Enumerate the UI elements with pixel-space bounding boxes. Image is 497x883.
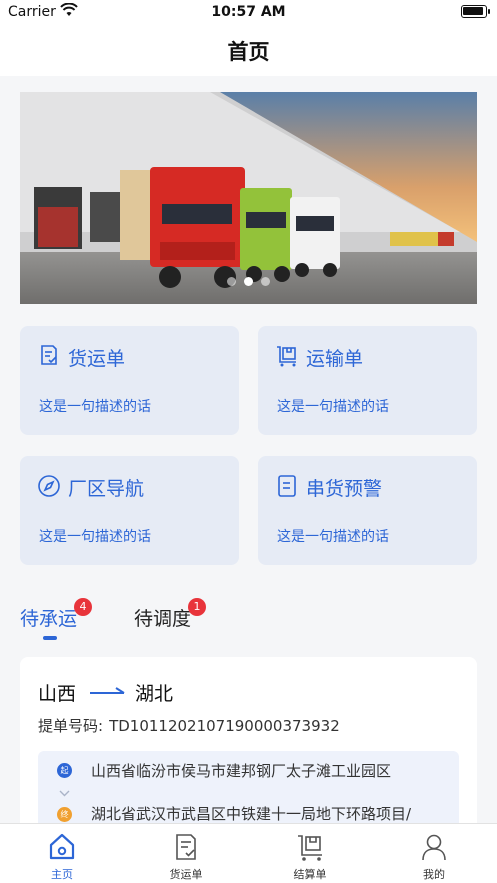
card-desc: 这是一句描述的话 [39,529,151,545]
end-address: 湖北省武汉市武昌区中铁建十一局地下环路项目/ [91,805,412,823]
tab-bar-settlement[interactable]: 结算单 [248,824,372,883]
card-desc: 这是一句描述的话 [277,529,389,545]
tab-bar-label: 结算单 [293,868,327,881]
tab-pending-carriage[interactable]: 待承运 4 [20,598,92,640]
user-icon [422,834,446,861]
tab-bar-label: 主页 [51,868,73,881]
end-pin-icon: 终 [57,807,72,822]
cart-icon [277,346,296,367]
clock: 10:57 AM [211,4,286,20]
cart-icon [298,835,322,861]
tab-bar-label: 货运单 [169,868,203,881]
battery-icon [461,5,490,18]
nav-bar: 首页 [0,26,497,76]
tab-bar-freight[interactable]: 货运单 [124,824,248,883]
home-icon [49,833,75,860]
card-desc: 这是一句描述的话 [39,399,151,415]
status-bar: Carrier 10:57 AM [0,0,497,26]
card-freight-order[interactable]: 货运单 这是一句描述的话 [20,326,239,435]
carousel-dot[interactable] [261,277,270,286]
card-cross-goods-alert[interactable]: 串货预警 这是一句描述的话 [258,456,477,565]
arrow-right-icon [90,687,125,694]
tab-badge: 4 [74,598,92,616]
chevron-down-icon [59,790,70,797]
document-icon [176,834,196,860]
order-tabs: 待承运 4 待调度 1 [0,597,497,643]
card-factory-navigation[interactable]: 厂区导航 这是一句描述的话 [20,456,239,565]
start-pin-icon: 起 [57,763,72,778]
card-title: 运输单 [306,348,364,370]
card-title: 货运单 [68,348,126,370]
card-title: 厂区导航 [68,478,145,500]
tab-pending-dispatch[interactable]: 待调度 1 [134,598,206,631]
document-icon [41,345,57,365]
bill-number-row: 提单号码: TD1011202107190000373932 [38,715,340,736]
carousel-dot[interactable] [227,277,236,286]
start-address: 山西省临汾市侯马市建邦钢厂太子滩工业园区 [91,762,392,780]
card-transport-order[interactable]: 运输单 这是一句描述的话 [258,326,477,435]
page-title: 首页 [227,40,270,64]
tab-bar-home[interactable]: 主页 [0,824,124,883]
card-title: 串货预警 [306,478,383,500]
bill-label: 提单号码: [38,717,104,735]
card-desc: 这是一句描述的话 [277,399,389,415]
route-origin: 山西 [38,683,77,705]
tab-label: 待调度 [134,608,192,630]
bottom-tab-bar: 主页 货运单 结算单 我的 [0,823,497,883]
tab-badge: 1 [188,598,206,616]
tab-label: 待承运 [20,608,78,630]
carousel-dot-active[interactable] [244,277,253,286]
route-destination: 湖北 [135,683,174,705]
bill-number: TD1011202107190000373932 [109,717,340,735]
compass-icon [38,475,60,497]
tab-bar-label: 我的 [423,868,445,881]
tab-bar-profile[interactable]: 我的 [372,824,496,883]
tab-underline [43,636,57,640]
warning-doc-icon [278,475,296,497]
carousel-indicator [20,271,477,290]
banner-carousel[interactable] [20,92,477,304]
